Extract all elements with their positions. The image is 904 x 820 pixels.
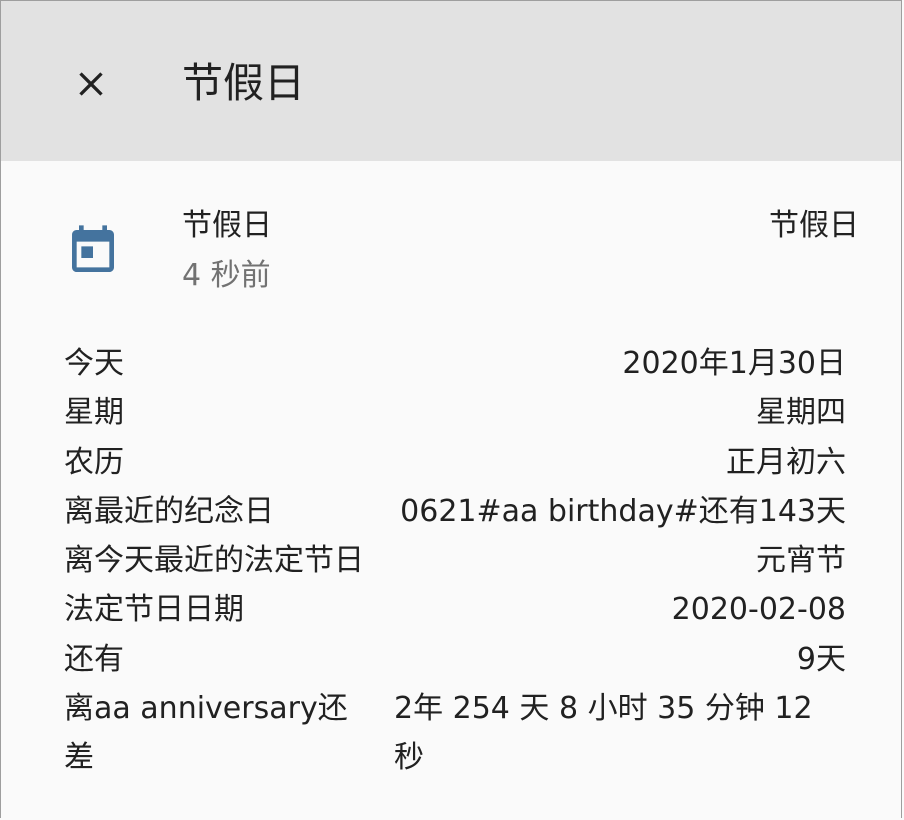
attribute-key: 法定节日日期 — [64, 592, 244, 628]
attribute-key: 离aa anniversary还差 — [64, 691, 348, 776]
last-changed-time: 4 秒前 — [182, 258, 271, 293]
attribute-key: 离今天最近的法定节日 — [64, 543, 364, 579]
dialog-title: 节假日 — [182, 59, 305, 107]
attribute-key: 今天 — [64, 346, 124, 381]
attribute-value: 元宵节 — [756, 543, 846, 579]
attribute-value: 9天 — [796, 641, 846, 677]
close-button[interactable] — [59, 52, 123, 116]
entity-state: 节假日 — [769, 208, 859, 243]
attribute-value: 正月初六 — [726, 444, 846, 480]
attribute-value: 星期四 — [756, 395, 846, 431]
attribute-row: 离今天最近的法定节日 元宵节 — [64, 536, 846, 585]
calendar-icon — [72, 225, 114, 272]
attribute-row: 星期 星期四 — [64, 388, 846, 437]
attribute-row: 还有 9天 — [64, 635, 846, 684]
attribute-key: 农历 — [64, 444, 124, 480]
attribute-value: 2年 254 天 8 小时 35 分钟 12 秒 — [394, 691, 813, 776]
attribute-key: 离最近的纪念日 — [64, 493, 274, 529]
more-info-dialog: 节假日 节假日 4 秒前 节假日 今天 2020年1月30日 星期 星期四 农历… — [0, 0, 902, 818]
attribute-value: 2020年1月30日 — [622, 346, 846, 381]
attributes-list: 今天 2020年1月30日 星期 星期四 农历 正月初六 离最近的纪念日 062… — [64, 339, 846, 783]
dialog-header: 节假日 — [1, 1, 901, 161]
attribute-key: 还有 — [64, 641, 124, 677]
attribute-row: 农历 正月初六 — [64, 438, 846, 487]
entity-name: 节假日 — [182, 208, 272, 243]
attribute-row: 离最近的纪念日 0621#aa birthday#还有143天 — [64, 487, 846, 536]
attribute-key: 星期 — [64, 395, 124, 431]
close-icon — [79, 72, 103, 96]
attribute-row: 离aa anniversary还差 2年 254 天 8 小时 35 分钟 12… — [64, 684, 846, 783]
attribute-row: 今天 2020年1月30日 — [64, 339, 846, 388]
attribute-row: 法定节日日期 2020-02-08 — [64, 585, 846, 634]
attribute-value: 0621#aa birthday#还有143天 — [400, 493, 846, 529]
attribute-value: 2020-02-08 — [671, 592, 846, 628]
